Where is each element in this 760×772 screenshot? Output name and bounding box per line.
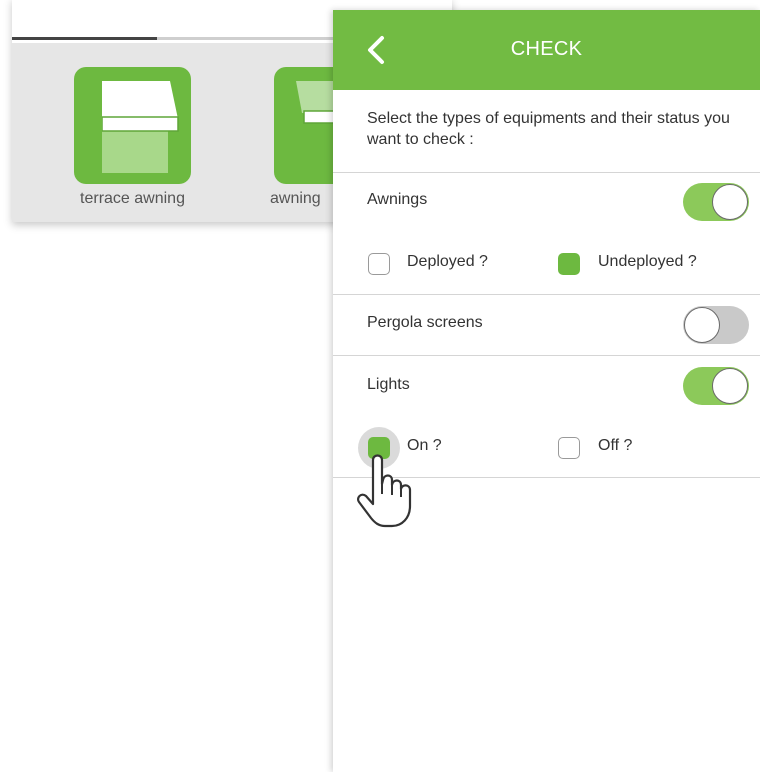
pergola-screens-toggle[interactable] (683, 306, 749, 344)
scroll-indicator[interactable] (12, 37, 158, 40)
toggle-knob (712, 368, 748, 404)
lights-toggle[interactable] (683, 367, 749, 405)
panel-header: CHECK (333, 10, 760, 90)
deployed-checkbox[interactable] (368, 253, 390, 275)
toggle-knob (712, 184, 748, 220)
toggle-knob (684, 307, 720, 343)
awnings-toggle[interactable] (683, 183, 749, 221)
divider (333, 172, 760, 173)
terrace-awning-icon (74, 67, 191, 184)
section-label-awnings: Awnings (367, 191, 428, 208)
divider (333, 355, 760, 356)
off-label: Off ? (598, 437, 633, 454)
page-title: CHECK (510, 38, 583, 60)
check-panel: CHECK Select the types of equipments and… (333, 10, 760, 772)
deployed-label: Deployed ? (407, 253, 488, 270)
divider (333, 294, 760, 295)
section-label-lights: Lights (367, 376, 410, 393)
undeployed-label: Undeployed ? (598, 253, 697, 270)
off-checkbox[interactable] (558, 437, 580, 459)
tile-label: terrace awning (80, 190, 185, 207)
section-label-pergola-screens: Pergola screens (367, 314, 483, 331)
tile-terrace-awning[interactable]: terrace awning (74, 67, 191, 208)
hand-pointer-icon (357, 454, 412, 528)
undeployed-checkbox[interactable] (558, 253, 580, 275)
instructions-text: Select the types of equipments and their… (367, 110, 730, 148)
